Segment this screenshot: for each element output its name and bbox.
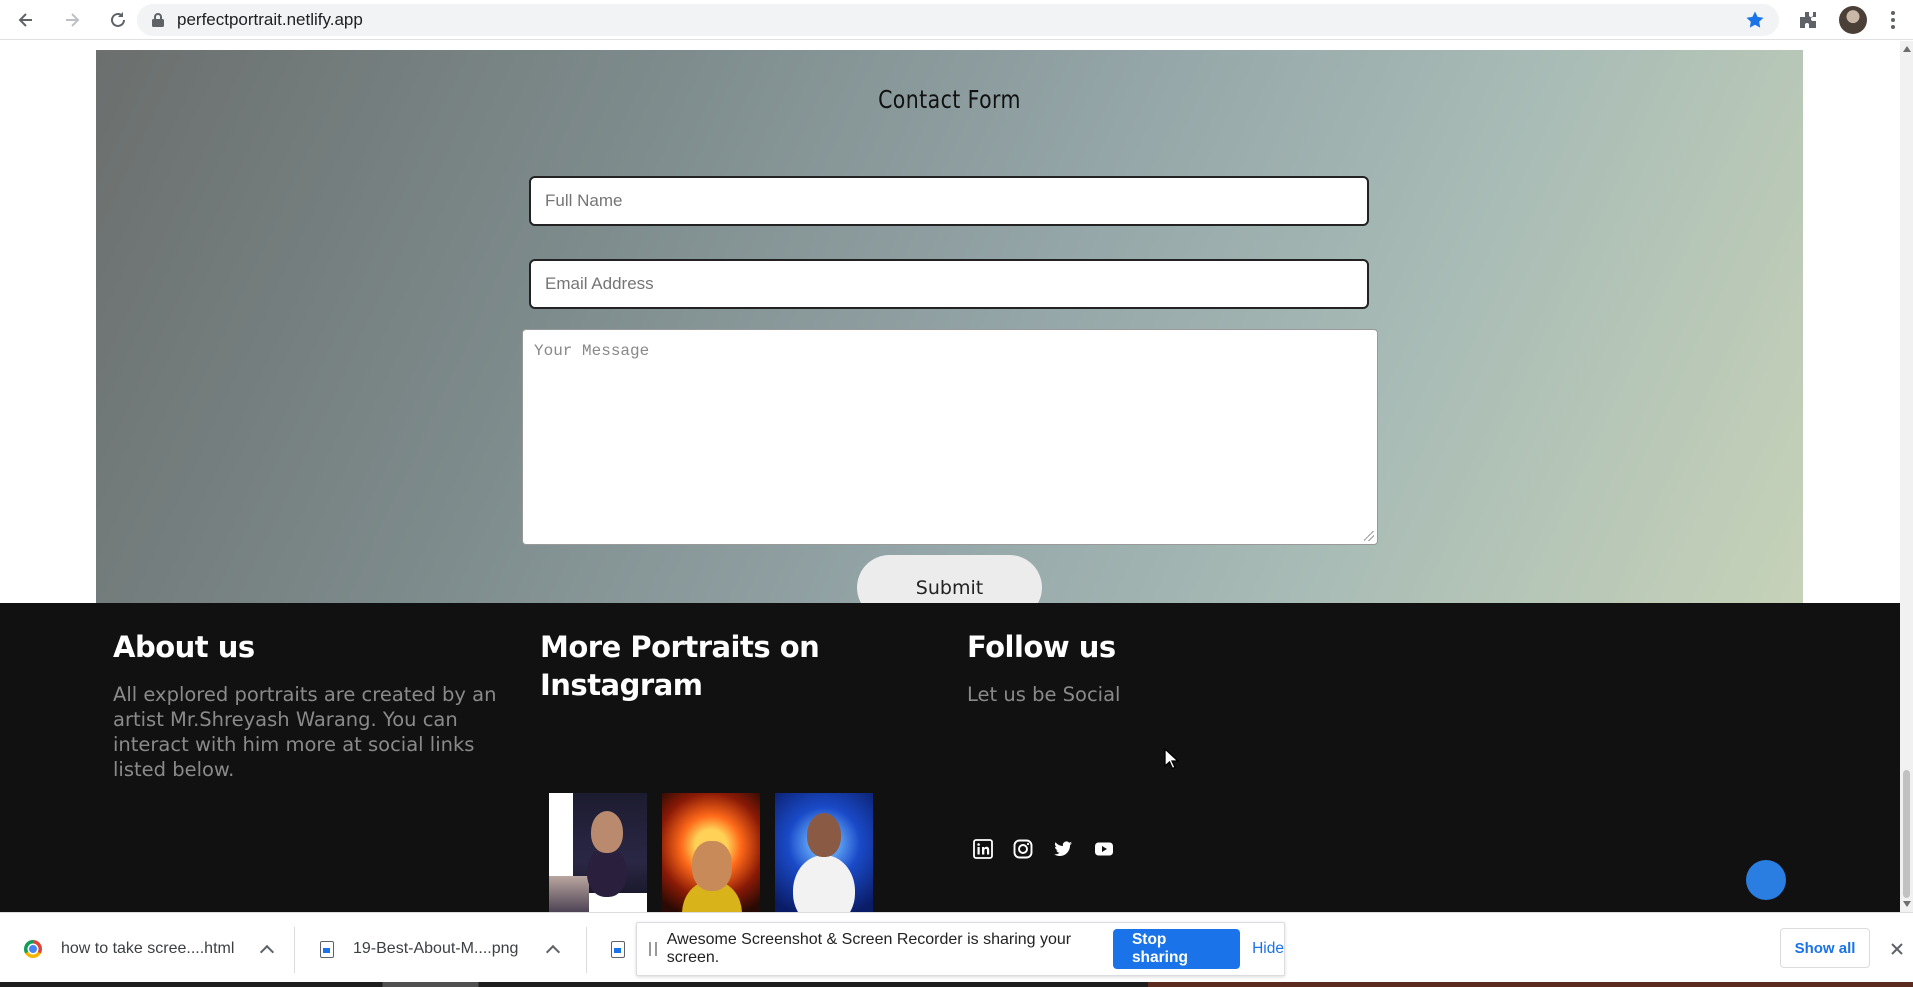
about-us-heading: About us bbox=[113, 630, 255, 664]
scroll-up-arrow-icon[interactable] bbox=[1903, 46, 1911, 52]
download-item-3[interactable] bbox=[611, 913, 625, 985]
screen-sharing-notice: Awesome Screenshot & Screen Recorder is … bbox=[636, 922, 1285, 976]
page-viewport: Contact Form Your Message Submit About u… bbox=[0, 41, 1900, 912]
divider bbox=[294, 927, 295, 973]
extensions-puzzle-icon[interactable] bbox=[1797, 9, 1819, 31]
message-placeholder: Your Message bbox=[534, 342, 650, 360]
download-item-2-label: 19-Best-About-M....png bbox=[353, 940, 519, 957]
close-icon[interactable] bbox=[1887, 939, 1907, 959]
site-footer: About us All explored portraits are crea… bbox=[0, 603, 1900, 912]
browser-toolbar: perfectportrait.netlify.app bbox=[0, 0, 1913, 40]
profile-avatar[interactable] bbox=[1839, 6, 1867, 34]
downloads-bar: how to take scree....html 19-Best-About-… bbox=[0, 912, 1913, 987]
chevron-up-icon[interactable] bbox=[260, 944, 275, 959]
page-scrollbar[interactable] bbox=[1900, 41, 1913, 912]
linkedin-icon[interactable] bbox=[970, 836, 996, 862]
follow-us-heading: Follow us bbox=[967, 630, 1116, 664]
image-file-icon bbox=[611, 940, 625, 958]
stop-sharing-button[interactable]: Stop sharing bbox=[1112, 929, 1241, 969]
hide-button[interactable]: Hide bbox=[1252, 940, 1284, 958]
reload-icon[interactable] bbox=[100, 2, 136, 38]
download-item-1-label: how to take scree....html bbox=[61, 940, 235, 957]
image-file-icon bbox=[320, 940, 334, 958]
resize-grip-icon[interactable] bbox=[1364, 531, 1374, 541]
download-item-2[interactable]: 19-Best-About-M....png bbox=[320, 913, 561, 985]
full-name-input[interactable] bbox=[529, 176, 1369, 226]
floating-chat-button[interactable] bbox=[1746, 860, 1786, 900]
scroll-down-arrow-icon[interactable] bbox=[1903, 901, 1911, 907]
lock-icon bbox=[152, 13, 164, 27]
divider bbox=[586, 927, 587, 973]
email-input[interactable] bbox=[529, 259, 1369, 309]
address-bar[interactable]: perfectportrait.netlify.app bbox=[137, 4, 1779, 36]
scroll-thumb[interactable] bbox=[1903, 770, 1910, 898]
instagram-heading: More Portraits on Instagram bbox=[540, 630, 820, 702]
about-us-text: All explored portraits are created by an… bbox=[113, 683, 497, 781]
mouse-cursor-icon bbox=[1164, 748, 1180, 770]
drag-handle-icon[interactable] bbox=[649, 942, 657, 956]
bookmark-star-icon[interactable] bbox=[1745, 10, 1765, 30]
chevron-up-icon[interactable] bbox=[546, 944, 561, 959]
taskbar-strip bbox=[0, 982, 1913, 987]
download-item-1[interactable]: how to take scree....html bbox=[24, 913, 275, 985]
message-textarea[interactable]: Your Message bbox=[522, 329, 1378, 545]
instagram-portrait-2[interactable] bbox=[662, 793, 760, 912]
url-text: perfectportrait.netlify.app bbox=[177, 10, 363, 29]
follow-us-text: Let us be Social bbox=[967, 683, 1121, 706]
sharing-message: Awesome Screenshot & Screen Recorder is … bbox=[666, 931, 1072, 966]
show-all-button[interactable]: Show all bbox=[1780, 928, 1870, 968]
instagram-icon[interactable] bbox=[1010, 836, 1036, 862]
instagram-portrait-3[interactable] bbox=[775, 793, 873, 912]
forward-arrow-icon[interactable] bbox=[54, 2, 90, 38]
contact-section: Contact Form Your Message Submit bbox=[96, 50, 1803, 620]
youtube-icon[interactable] bbox=[1091, 836, 1117, 862]
instagram-portrait-1[interactable] bbox=[549, 793, 647, 912]
back-arrow-icon[interactable] bbox=[8, 2, 44, 38]
chrome-logo-icon bbox=[24, 940, 42, 958]
twitter-icon[interactable] bbox=[1050, 836, 1076, 862]
contact-form-title: Contact Form bbox=[878, 85, 1021, 114]
menu-dots-icon[interactable] bbox=[1883, 9, 1903, 31]
